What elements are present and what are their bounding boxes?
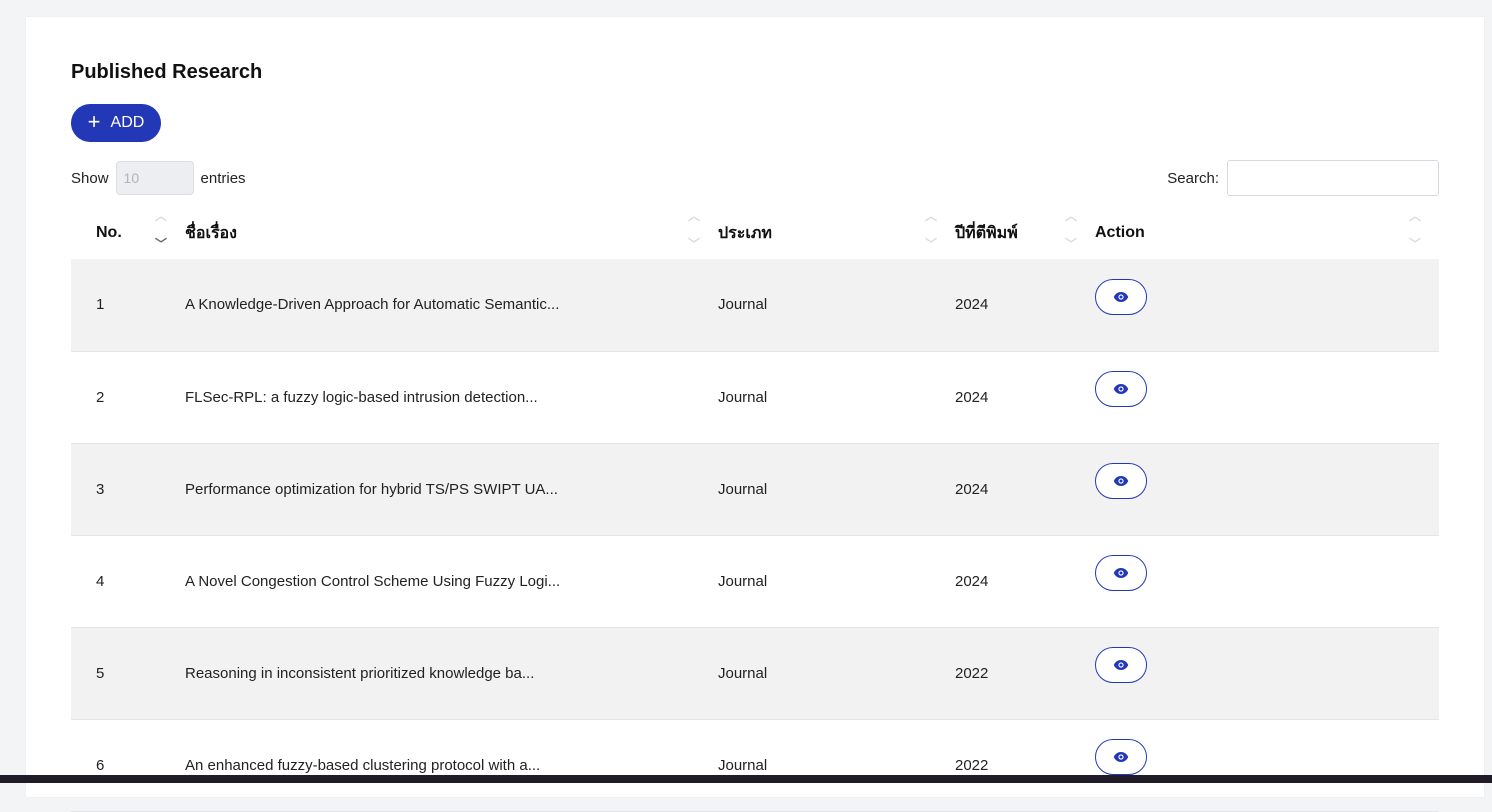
eye-icon [1113,291,1129,302]
cell-year: 2022 [955,756,989,774]
cell-title: Reasoning in inconsistent prioritized kn… [185,664,535,682]
cell-no: 6 [96,756,105,774]
cell-type: Journal [718,388,768,406]
header-year-label: ปีที่ตีพิมพ์ [955,224,1018,242]
header-action-label: Action [1095,224,1145,241]
cell-no: 2 [96,388,105,406]
entries-select[interactable]: 10 [115,161,194,195]
cell-title: A Novel Congestion Control Scheme Using … [185,572,561,590]
cell-title: An enhanced fuzzy-based clustering proto… [185,756,541,774]
cell-action [1095,443,1439,535]
add-button[interactable]: + ADD [71,104,161,142]
cell-action [1095,351,1439,443]
search-input[interactable] [1227,160,1439,196]
research-table: No. ︿ ﹀ ชื่อเรื่อง ︿ ﹀ ประเภท ︿ ﹀ ปีที่ตีพิ… [71,207,1439,812]
search-label: Search: [1167,169,1219,187]
header-no[interactable]: No. ︿ ﹀ [71,207,185,259]
header-type-label: ประเภท [718,224,772,242]
eye-icon [1113,568,1129,578]
header-title[interactable]: ชื่อเรื่อง ︿ ﹀ [185,207,718,259]
show-label: Show [71,169,109,187]
header-title-label: ชื่อเรื่อง [185,224,237,242]
cell-no: 5 [96,664,105,682]
cell-type: Journal [718,664,768,682]
table-row: 4 A Novel Congestion Control Scheme Usin… [71,535,1439,627]
cell-year: 2024 [955,296,989,314]
view-button[interactable] [1095,739,1147,775]
view-button[interactable] [1095,555,1147,591]
cell-title: Performance optimization for hybrid TS/P… [185,480,558,498]
cell-year: 2024 [955,480,989,498]
cell-title: A Knowledge-Driven Approach for Automati… [185,296,560,314]
cell-action [1095,719,1439,811]
sort-arrows-icon: ︿ ﹀ [1064,209,1077,251]
table-row: 3 Performance optimization for hybrid TS… [71,443,1439,535]
view-button[interactable] [1095,278,1147,315]
table-row: 1 A Knowledge-Driven Approach for Automa… [71,259,1439,351]
sort-arrows-icon: ︿ ﹀ [1408,209,1421,251]
cell-action [1095,259,1439,351]
sort-arrows-icon: ︿ ﹀ [924,209,937,251]
header-year[interactable]: ปีที่ตีพิมพ์ ︿ ﹀ [955,207,1095,259]
cell-title: FLSec-RPL: a fuzzy logic-based intrusion… [185,388,538,406]
entries-value: 10 [123,170,140,186]
table-row: 2 FLSec-RPL: a fuzzy logic-based intrusi… [71,351,1439,443]
cell-action [1095,535,1439,627]
table-row: 6 An enhanced fuzzy-based clustering pro… [71,719,1439,811]
cell-year: 2024 [955,388,989,406]
add-button-label: ADD [110,114,145,131]
eye-icon [1113,384,1129,394]
view-button[interactable] [1095,647,1147,683]
sort-arrows-icon: ︿ ﹀ [154,209,167,251]
eye-icon [1113,476,1129,486]
header-action[interactable]: Action ︿ ﹀ [1095,207,1439,259]
view-button[interactable] [1095,463,1147,499]
cell-year: 2022 [955,664,989,682]
table-row: 5 Reasoning in inconsistent prioritized … [71,627,1439,719]
cell-no: 1 [96,296,105,314]
taskbar-strip [0,775,1492,783]
entries-label: entries [200,169,246,187]
cell-type: Journal [718,756,768,774]
cell-type: Journal [718,572,768,590]
eye-icon [1113,752,1129,762]
cell-type: Journal [718,296,768,314]
show-entries-control: Show 10 entries [71,161,246,195]
table-header-row: No. ︿ ﹀ ชื่อเรื่อง ︿ ﹀ ประเภท ︿ ﹀ ปีที่ตีพิ… [71,207,1439,259]
cell-type: Journal [718,480,768,498]
cell-year: 2024 [955,572,989,590]
page-title: Published Research [71,61,263,83]
plus-icon: + [87,109,101,134]
view-button[interactable] [1095,371,1147,407]
research-card: Published Research + ADD Show 10 entries… [26,17,1484,811]
sort-arrows-icon: ︿ ﹀ [687,209,700,251]
search-control: Search: [1167,160,1439,196]
cell-no: 3 [96,480,105,498]
eye-icon [1113,660,1129,670]
cell-action [1095,627,1439,719]
header-no-label: No. [96,224,122,241]
header-type[interactable]: ประเภท ︿ ﹀ [718,207,955,259]
cell-no: 4 [96,572,105,590]
